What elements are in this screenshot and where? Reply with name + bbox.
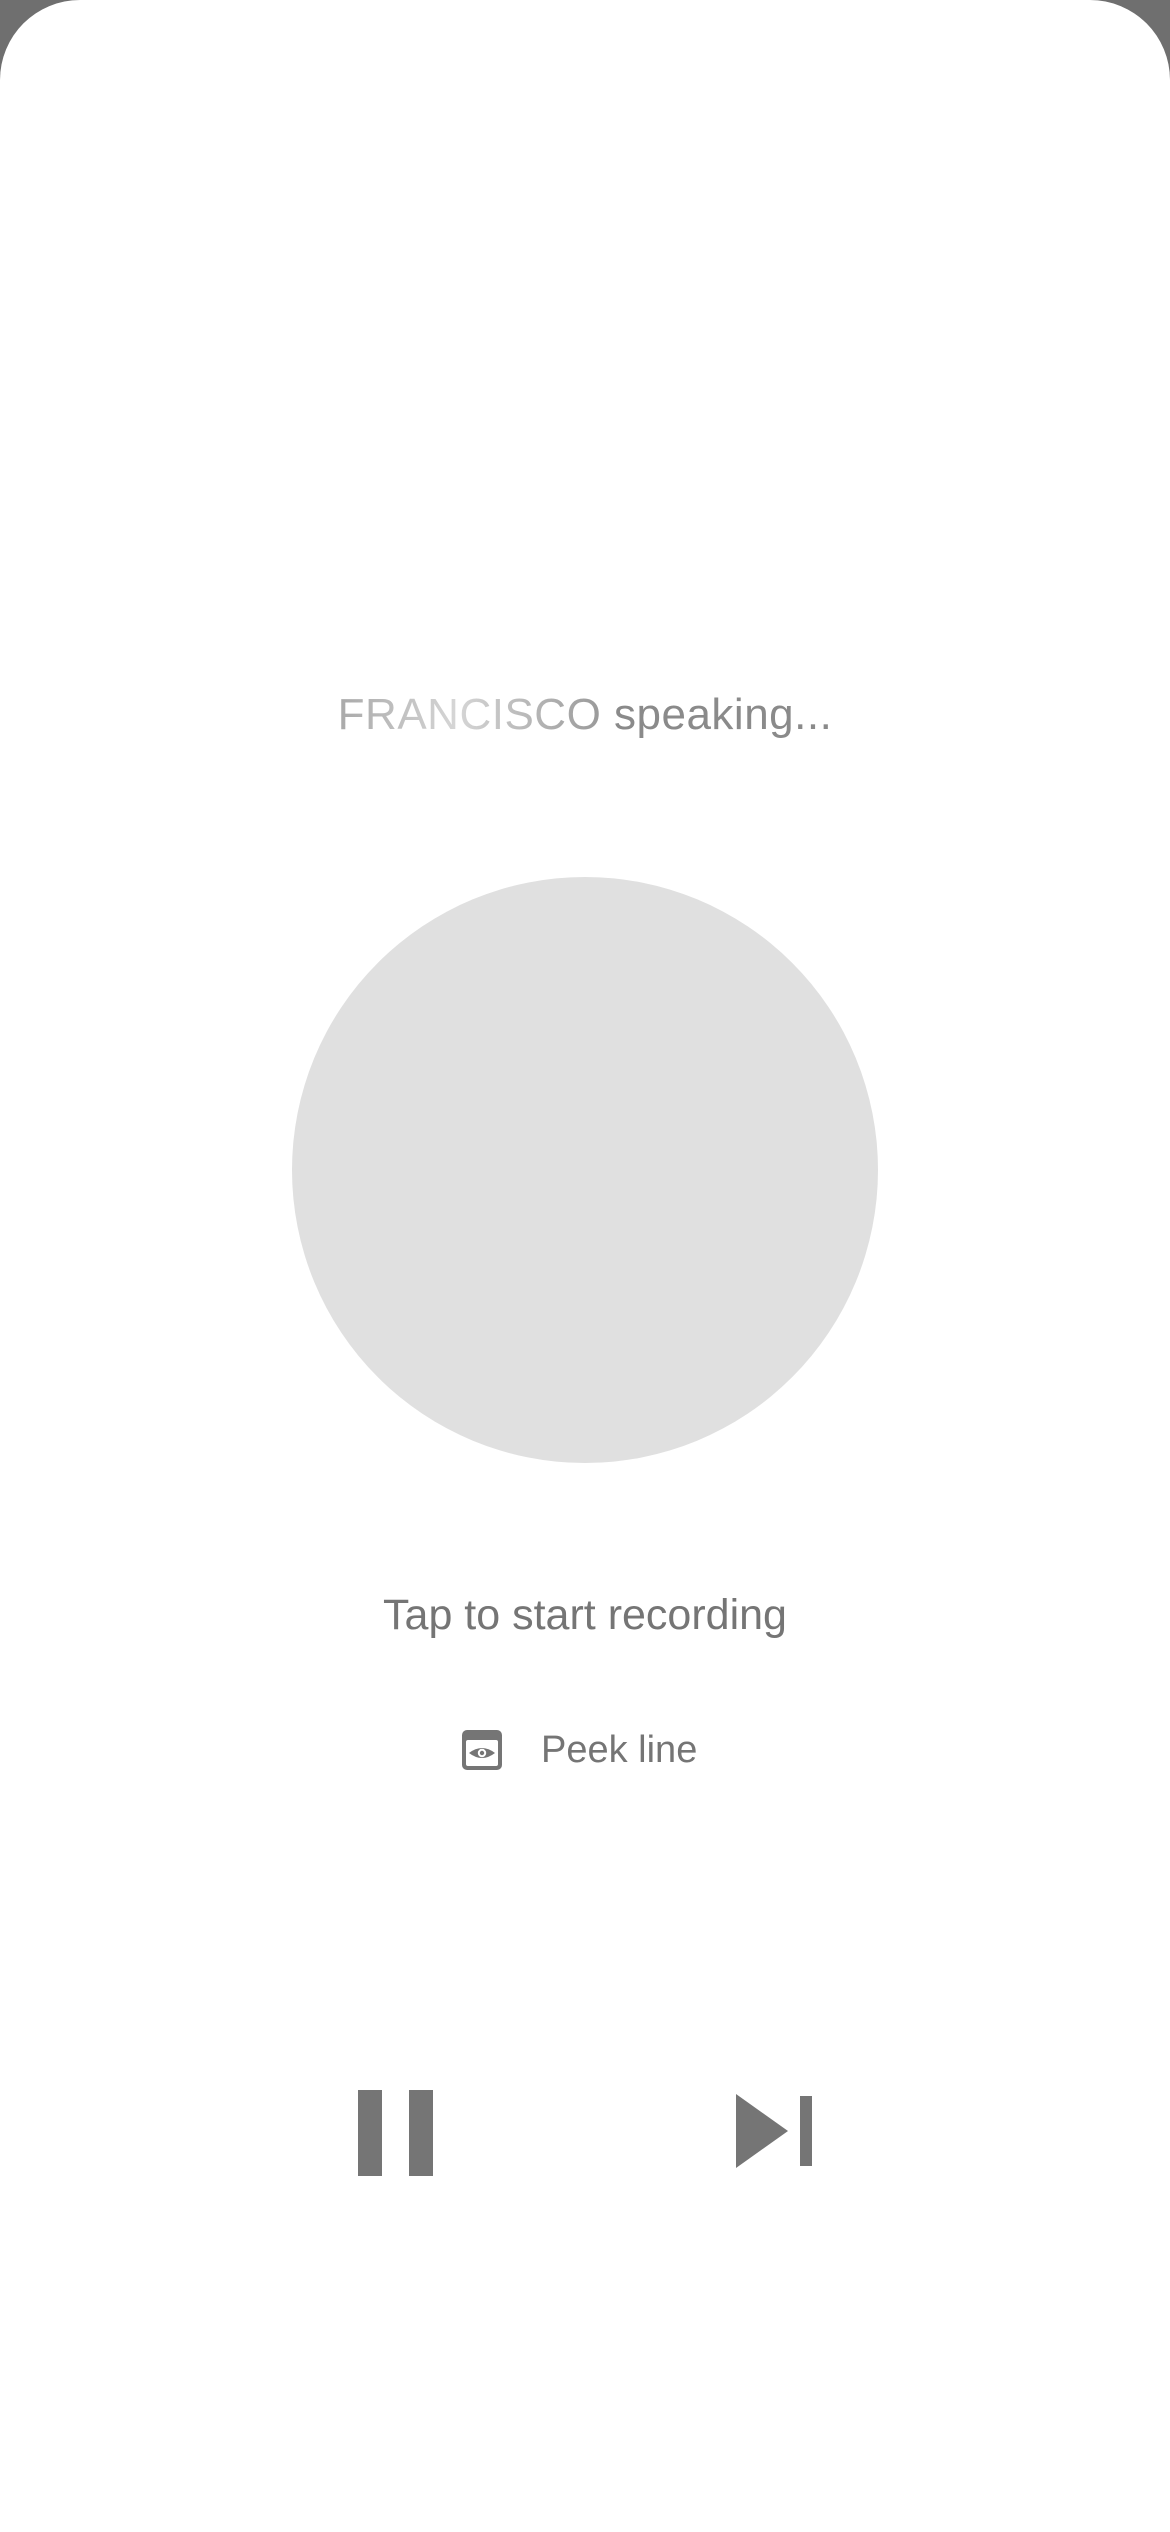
record-hint: Tap to start recording: [383, 1591, 787, 1639]
pause-button[interactable]: [350, 2082, 440, 2182]
skip-next-button[interactable]: [730, 2086, 820, 2176]
record-button[interactable]: [292, 877, 878, 1463]
pause-icon: [350, 2082, 440, 2182]
screen: FRANCISCO speaking... Tap to start recor…: [0, 0, 1170, 2532]
speaker-status: FRANCISCO speaking...: [0, 690, 1170, 740]
eye-card-icon: [460, 1728, 504, 1772]
speaker-status-text: speaking...: [601, 690, 833, 739]
speaker-name: FRANCISCO: [337, 690, 602, 739]
peek-line-button[interactable]: Peek line: [460, 1720, 710, 1780]
peek-line-label: Peek line: [541, 1728, 698, 1771]
skip-next-icon: [730, 2086, 820, 2176]
